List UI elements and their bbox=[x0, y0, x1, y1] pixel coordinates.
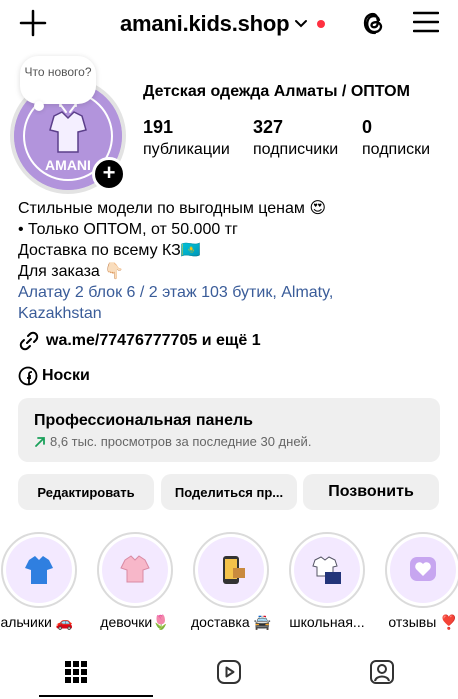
bio-line: Стильные модели по выгодным ценам 😍 bbox=[18, 200, 327, 217]
highlight-label: мальчики 🚗 bbox=[0, 614, 74, 630]
stat-following[interactable]: 0 подписки bbox=[362, 117, 430, 159]
profile-link-text: wa.me/77476777705 и ещё 1 bbox=[46, 332, 261, 349]
facebook-icon bbox=[18, 366, 38, 386]
bio: Стильные модели по выгодным ценам 😍 • То… bbox=[18, 198, 333, 324]
edit-profile-button[interactable]: Редактировать bbox=[18, 474, 154, 510]
plus-icon[interactable] bbox=[18, 8, 48, 38]
girls-tshirt-icon bbox=[120, 555, 150, 583]
address-line[interactable]: Kazakhstan bbox=[18, 303, 333, 324]
username: amani.kids.shop bbox=[120, 11, 290, 36]
trend-up-arrow-icon bbox=[35, 436, 45, 447]
stat-posts-value: 191 bbox=[143, 117, 174, 137]
stat-posts[interactable]: 191 публикации bbox=[143, 117, 230, 159]
panel-subtitle-text: 8,6 тыс. просмотров за последние 30 дней… bbox=[50, 434, 312, 449]
highlight-label: доставка 🚔 bbox=[191, 614, 271, 630]
address-line[interactable]: Алатау 2 блок 6 / 2 этаж 103 бутик, Alma… bbox=[18, 282, 333, 303]
stat-following-value: 0 bbox=[362, 117, 373, 137]
facebook-page-link[interactable]: Носки bbox=[18, 366, 90, 386]
story-highlight[interactable]: мальчики 🚗 bbox=[0, 532, 79, 631]
chevron-down-icon bbox=[295, 20, 308, 28]
link-icon bbox=[19, 331, 39, 351]
top-bar: amani.kids.shop bbox=[0, 0, 458, 48]
menu-icon[interactable] bbox=[413, 11, 439, 33]
notification-dot bbox=[317, 20, 326, 28]
bio-line: Для заказа 👇🏻 bbox=[18, 263, 125, 280]
stat-followers[interactable]: 327 подписчики bbox=[253, 117, 338, 159]
profile-link[interactable]: wa.me/77476777705 и ещё 1 bbox=[18, 330, 261, 352]
note-bubble[interactable]: Что нового? bbox=[20, 56, 96, 111]
grid-icon[interactable] bbox=[64, 660, 88, 684]
bio-line: Доставка по всему КЗ🇰🇿 bbox=[18, 242, 201, 259]
story-highlight[interactable]: доставка 🚔 bbox=[191, 532, 271, 631]
username-switcher[interactable]: amani.kids.shop bbox=[120, 11, 326, 37]
delivery-phone-icon bbox=[223, 556, 245, 584]
reels-icon[interactable] bbox=[216, 659, 242, 685]
share-profile-button[interactable]: Поделиться пр... bbox=[161, 474, 297, 510]
threads-icon[interactable] bbox=[360, 9, 388, 37]
panel-title: Профессиональная панель bbox=[34, 412, 253, 429]
boys-tshirt-icon bbox=[25, 556, 53, 584]
stat-followers-value: 327 bbox=[253, 117, 284, 137]
active-tab-indicator bbox=[39, 695, 153, 697]
tagged-icon[interactable] bbox=[369, 659, 395, 685]
highlight-label: отзывы ❣️ bbox=[388, 614, 458, 630]
stat-posts-label: публикации bbox=[143, 141, 230, 158]
add-story-icon[interactable]: + bbox=[92, 157, 126, 191]
call-button[interactable]: Позвонить bbox=[303, 474, 439, 510]
story-highlight[interactable]: девочки🌷 bbox=[95, 532, 175, 631]
bio-line: • Только ОПТОМ, от 50.000 тг bbox=[18, 221, 238, 238]
story-highlight[interactable]: отзывы ❣️ bbox=[383, 532, 458, 631]
school-uniform-icon bbox=[312, 556, 341, 584]
stat-followers-label: подписчики bbox=[253, 141, 339, 158]
profile-full-name: Детская одежда Алматы / ОПТОМ bbox=[143, 83, 410, 100]
reviews-heart-icon bbox=[410, 557, 436, 581]
professional-dashboard[interactable]: Профессиональная панель 8,6 тыс. просмот… bbox=[18, 398, 440, 462]
panel-subtitle: 8,6 тыс. просмотров за последние 30 дней… bbox=[34, 434, 424, 449]
stat-following-label: подписки bbox=[362, 141, 431, 158]
highlight-label: школьная... bbox=[289, 614, 365, 630]
highlight-label: девочки🌷 bbox=[100, 614, 170, 630]
svg-text:AMANI: AMANI bbox=[45, 157, 91, 173]
story-highlight[interactable]: школьная... bbox=[287, 532, 367, 630]
facebook-page-name: Носки bbox=[42, 367, 90, 384]
